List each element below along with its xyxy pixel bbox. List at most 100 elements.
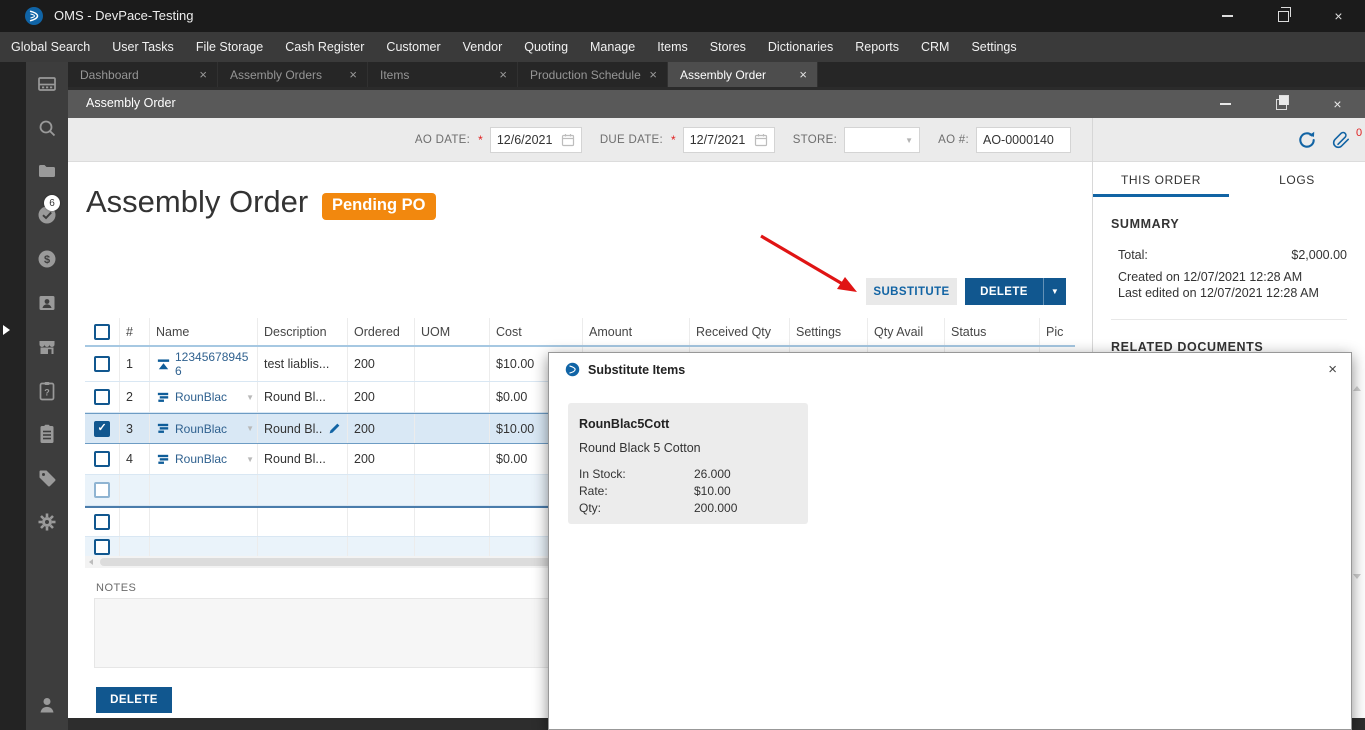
menu-item[interactable]: File Storage: [185, 40, 274, 54]
store-dropdown[interactable]: [844, 127, 921, 153]
attachments-paperclip-icon[interactable]: [1331, 129, 1352, 150]
app-minimize-button[interactable]: [1204, 0, 1251, 32]
ordered-cell[interactable]: 200: [348, 382, 415, 412]
window-restore-button[interactable]: [1258, 90, 1305, 118]
side-panel-tab[interactable]: LOGS: [1229, 162, 1365, 197]
dialog-close-icon[interactable]: ×: [1328, 361, 1337, 378]
customer-card-icon[interactable]: [31, 287, 63, 319]
window-minimize-button[interactable]: [1202, 90, 1249, 118]
substitute-button[interactable]: SUBSTITUTE: [866, 278, 957, 305]
row-checkbox[interactable]: [94, 514, 110, 530]
tab-close-icon[interactable]: ×: [499, 67, 507, 82]
menu-item[interactable]: Quoting: [513, 40, 579, 54]
delete-button[interactable]: DELETE: [965, 278, 1043, 305]
row-checkbox[interactable]: [94, 356, 110, 372]
select-all-checkbox[interactable]: [94, 323, 110, 340]
clipboard-list-icon[interactable]: [31, 418, 63, 450]
description-cell[interactable]: [258, 537, 348, 556]
column-header[interactable]: #: [120, 318, 150, 345]
column-header[interactable]: Ordered: [348, 318, 415, 345]
ordered-cell[interactable]: 200: [348, 414, 415, 443]
row-checkbox[interactable]: [94, 482, 110, 498]
document-tab[interactable]: Assembly Order ×: [668, 62, 818, 87]
column-header[interactable]: Settings: [790, 318, 868, 345]
column-header[interactable]: Received Qty: [690, 318, 790, 345]
menu-item[interactable]: Global Search: [0, 40, 101, 54]
column-header[interactable]: Description: [258, 318, 348, 345]
tab-close-icon[interactable]: ×: [799, 67, 807, 82]
menu-item[interactable]: Vendor: [452, 40, 514, 54]
edit-pencil-icon[interactable]: [328, 422, 341, 435]
uom-cell[interactable]: [415, 444, 490, 474]
uom-cell[interactable]: [415, 382, 490, 412]
item-name[interactable]: 123456789456: [175, 350, 254, 378]
description-cell[interactable]: [258, 475, 348, 505]
menu-item[interactable]: Reports: [844, 40, 910, 54]
column-header[interactable]: Pic: [1040, 318, 1075, 345]
clipboard-question-icon[interactable]: ?: [31, 375, 63, 407]
menu-item[interactable]: CRM: [910, 40, 960, 54]
panel-scroll-down-icon[interactable]: [1353, 574, 1361, 579]
settings-gear-icon[interactable]: [31, 506, 63, 538]
tag-icon[interactable]: [31, 462, 63, 494]
description-cell[interactable]: test liablis...: [258, 347, 348, 381]
sidebar-expand-arrow[interactable]: [3, 325, 10, 335]
panel-scroll-up-icon[interactable]: [1353, 386, 1361, 391]
menu-item[interactable]: Customer: [375, 40, 451, 54]
payments-dollar-icon[interactable]: $: [31, 243, 63, 275]
substitute-item-card[interactable]: RounBlac5Cott Round Black 5 Cotton In St…: [568, 403, 808, 524]
column-header[interactable]: UOM: [415, 318, 490, 345]
bottom-delete-button[interactable]: DELETE: [96, 687, 172, 713]
search-icon[interactable]: [31, 112, 63, 144]
tab-close-icon[interactable]: ×: [349, 67, 357, 82]
item-name-cell[interactable]: RounBlac: [150, 444, 258, 474]
due-date-input[interactable]: 12/7/2021: [682, 127, 775, 153]
document-tab[interactable]: Assembly Orders ×: [218, 62, 368, 87]
calendar-icon[interactable]: [561, 133, 575, 147]
scroll-left-arrow-icon[interactable]: [89, 559, 93, 565]
row-checkbox[interactable]: [94, 389, 110, 405]
item-name-cell[interactable]: [150, 508, 258, 536]
column-header[interactable]: Qty Avail: [868, 318, 945, 345]
tab-close-icon[interactable]: ×: [199, 67, 207, 82]
delete-dropdown-button[interactable]: [1043, 278, 1066, 305]
item-name-cell[interactable]: RounBlac: [150, 382, 258, 412]
column-header[interactable]: Name: [150, 318, 258, 345]
row-checkbox[interactable]: [94, 538, 110, 555]
description-cell[interactable]: [258, 508, 348, 536]
ordered-cell[interactable]: 200: [348, 347, 415, 381]
item-name[interactable]: RounBlac: [175, 452, 227, 466]
menu-item[interactable]: Items: [646, 40, 699, 54]
uom-cell[interactable]: [415, 414, 490, 443]
item-name[interactable]: RounBlac: [175, 422, 227, 436]
tab-close-icon[interactable]: ×: [649, 67, 657, 82]
document-tab[interactable]: Dashboard ×: [68, 62, 218, 87]
menu-item[interactable]: Stores: [699, 40, 757, 54]
description-cell[interactable]: Round Bl...: [258, 382, 348, 412]
item-dropdown-icon[interactable]: [246, 455, 254, 464]
uom-cell[interactable]: [415, 537, 490, 556]
menu-item[interactable]: Manage: [579, 40, 646, 54]
item-name[interactable]: RounBlac: [175, 390, 227, 404]
ordered-cell[interactable]: 200: [348, 444, 415, 474]
column-header[interactable]: Status: [945, 318, 1040, 345]
calendar-icon[interactable]: [754, 133, 768, 147]
column-header[interactable]: Amount: [583, 318, 690, 345]
cash-register-icon[interactable]: [31, 68, 63, 100]
document-tab[interactable]: Production Schedule ×: [518, 62, 668, 87]
menu-item[interactable]: Settings: [960, 40, 1027, 54]
ao-number-input[interactable]: AO-0000140: [976, 127, 1071, 153]
uom-cell[interactable]: [415, 475, 490, 505]
app-close-button[interactable]: ×: [1315, 0, 1362, 32]
description-cell[interactable]: Round Bl...: [258, 444, 348, 474]
column-header[interactable]: Cost: [490, 318, 583, 345]
account-person-icon[interactable]: [31, 689, 63, 721]
item-name-cell[interactable]: [150, 537, 258, 556]
menu-item[interactable]: User Tasks: [101, 40, 185, 54]
item-name-cell[interactable]: RounBlac: [150, 414, 258, 443]
ordered-cell[interactable]: [348, 537, 415, 556]
row-checkbox[interactable]: [94, 420, 110, 437]
file-storage-icon[interactable]: [31, 155, 63, 187]
item-name-cell[interactable]: [150, 475, 258, 505]
description-cell[interactable]: Round Bl...: [258, 414, 348, 443]
